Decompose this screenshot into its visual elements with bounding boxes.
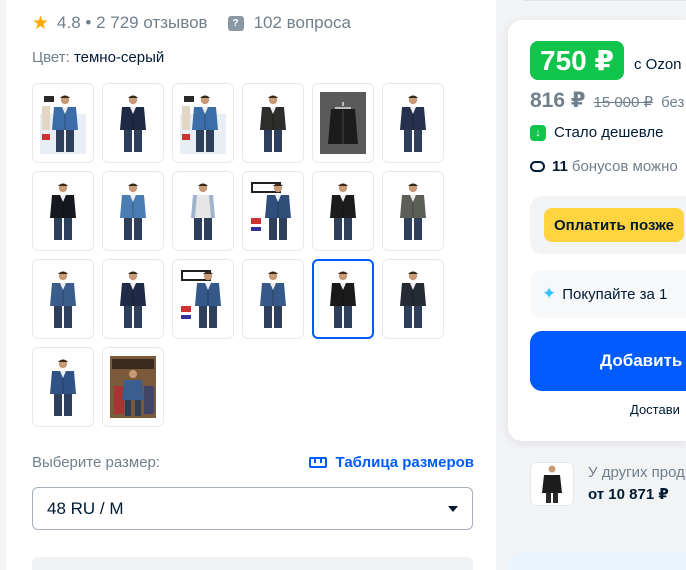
questions-count[interactable]: 102 вопроса [254, 13, 351, 33]
star-icon: ★ [32, 12, 50, 34]
color-variant-thumb[interactable] [172, 171, 234, 251]
color-variant-thumb[interactable] [172, 83, 234, 163]
question-icon: ? [227, 15, 244, 31]
color-variant-thumb[interactable] [102, 347, 164, 427]
chevron-down-icon [448, 505, 458, 512]
jacket-photo [390, 268, 436, 330]
info-strip [32, 557, 473, 570]
add-to-cart-label: Добавить [600, 351, 683, 370]
jacket-photo [320, 180, 366, 242]
color-variant-thumb[interactable] [32, 83, 94, 163]
old-price: 15 000 ₽ [593, 94, 654, 111]
add-to-cart-button[interactable]: Добавить [530, 331, 686, 391]
pay-later-box: Оплатить позже [530, 196, 686, 254]
installment-text: Покупайте за 1 [562, 285, 668, 303]
other-sellers-label: У других прод [588, 464, 685, 481]
color-variant-thumb[interactable] [242, 171, 304, 251]
jacket-photo [390, 180, 436, 242]
purchase-column: 750 ₽ с Ozon 816 ₽ 15 000 ₽ без ↓ Стало … [508, 0, 686, 570]
other-sellers-price: от 10 871 ₽ [588, 486, 669, 503]
color-variant-thumb[interactable] [172, 259, 234, 339]
jacket-photo [110, 356, 156, 418]
bonus-coins-icon [530, 161, 545, 172]
jacket-photo [250, 92, 296, 154]
bonus-row[interactable]: 11 бонусов можно [530, 158, 678, 175]
jacket-photo [110, 180, 156, 242]
price-drop-text: Стало дешевле [554, 124, 664, 141]
size-label-row: Выберите размер: Таблица размеров [32, 454, 474, 471]
size-label: Выберите размер: [32, 454, 161, 471]
installment-offer[interactable]: ✦ Покупайте за 1 [530, 270, 686, 318]
ozon-card-price: 750 ₽ [530, 41, 624, 80]
rating-reviews[interactable]: 4.8 • 2 729 отзывов [57, 13, 208, 33]
arrow-down-icon: ↓ [530, 124, 546, 141]
seller-product-image [530, 462, 574, 506]
color-variant-thumb[interactable] [382, 171, 444, 251]
jacket-photo [40, 180, 86, 242]
regular-price-row: 816 ₽ 15 000 ₽ без [530, 88, 684, 113]
ozon-card-label: с Ozon [634, 56, 682, 73]
jacket-photo [110, 268, 156, 330]
rating-row[interactable]: ★ 4.8 • 2 729 отзывов ? 102 вопроса [32, 12, 351, 34]
jacket-photo [110, 92, 156, 154]
size-select[interactable]: 48 RU / M [32, 487, 473, 530]
jacket-photo [180, 92, 226, 154]
jacket-photo [40, 92, 86, 154]
size-table-link[interactable]: Таблица размеров [308, 454, 474, 471]
color-variant-thumb[interactable] [242, 259, 304, 339]
jacket-photo [40, 268, 86, 330]
delivery-text: Достави [630, 402, 680, 417]
color-label-row: Цвет: темно-серый [32, 49, 164, 66]
jacket-photo [390, 92, 436, 154]
divider [524, 0, 686, 1]
size-table-text[interactable]: Таблица размеров [336, 454, 474, 471]
ruler-icon [308, 457, 327, 468]
color-variant-thumb[interactable] [382, 259, 444, 339]
promo-card [508, 552, 686, 570]
color-variant-gallery [32, 83, 444, 427]
sparkle-icon: ✦ [542, 284, 557, 303]
color-variant-thumb[interactable] [32, 171, 94, 251]
pay-later-button[interactable]: Оплатить позже [544, 208, 684, 242]
bonus-count: 11 [552, 158, 568, 175]
price-drop-badge: ↓ Стало дешевле [530, 124, 664, 141]
price-without-card: 816 ₽ [530, 89, 586, 112]
color-variant-thumb[interactable] [312, 259, 374, 339]
color-variant-thumb[interactable] [102, 83, 164, 163]
color-variant-thumb[interactable] [382, 83, 444, 163]
color-variant-thumb[interactable] [32, 259, 94, 339]
other-sellers-card[interactable]: У других прод от 10 871 ₽ [508, 448, 686, 528]
jacket-photo [250, 180, 296, 242]
color-variant-thumb[interactable] [102, 259, 164, 339]
jacket-photo [40, 356, 86, 418]
jacket-photo [250, 268, 296, 330]
color-variant-thumb[interactable] [312, 83, 374, 163]
jacket-photo [180, 180, 226, 242]
without-card-label: без [661, 94, 685, 111]
size-selected-value: 48 RU / M [47, 498, 124, 518]
product-info-column: ★ 4.8 • 2 729 отзывов ? 102 вопроса Цвет… [6, 0, 496, 570]
jacket-photo [180, 268, 226, 330]
color-value: темно-серый [73, 49, 165, 66]
jacket-photo [320, 92, 366, 154]
color-variant-thumb[interactable] [32, 347, 94, 427]
color-variant-thumb[interactable] [102, 171, 164, 251]
color-variant-thumb[interactable] [312, 171, 374, 251]
bonus-text: бонусов можно [571, 158, 678, 175]
price-card: 750 ₽ с Ozon 816 ₽ 15 000 ₽ без ↓ Стало … [508, 20, 686, 441]
jacket-photo [320, 268, 366, 330]
color-variant-thumb[interactable] [242, 83, 304, 163]
color-label: Цвет: [32, 49, 70, 66]
